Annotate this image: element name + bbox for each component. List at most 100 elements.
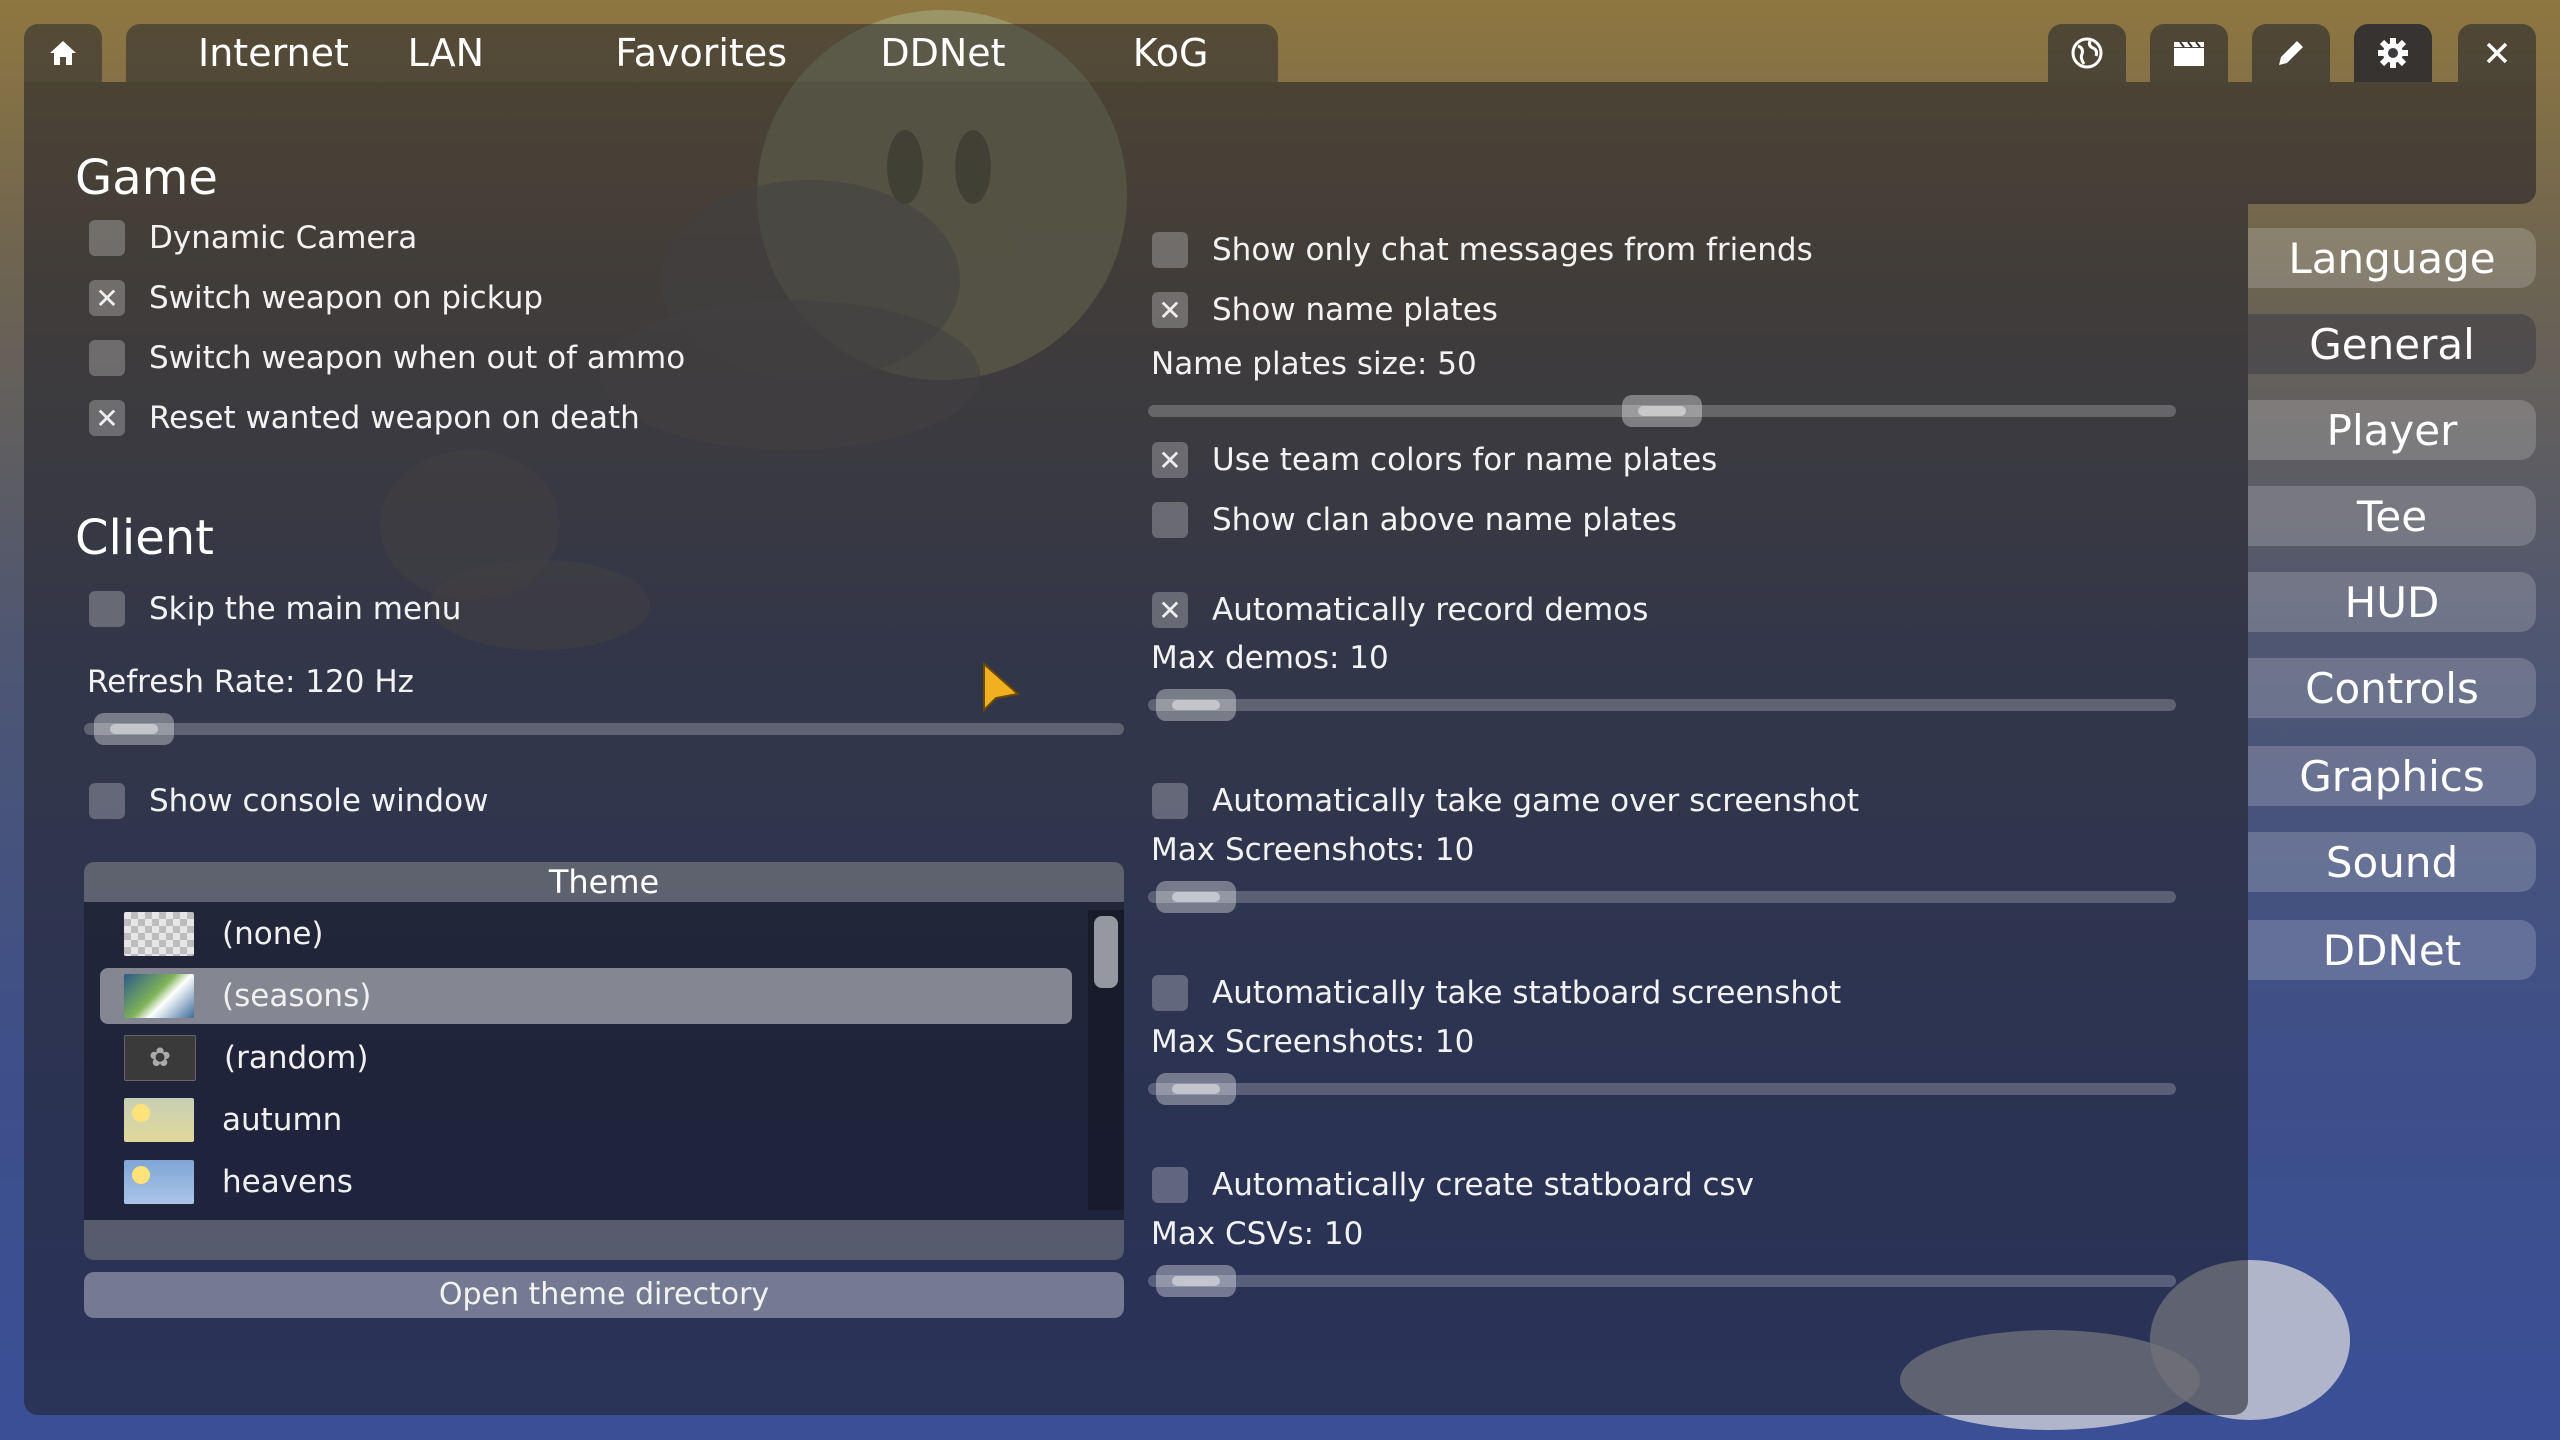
slider-knob[interactable]	[1156, 881, 1236, 913]
auto-statboard-csv-toggle[interactable]: Automatically create statboard csv	[1152, 1165, 1754, 1205]
sidebar-item-language[interactable]: Language	[2248, 228, 2536, 288]
show-name-plates-toggle[interactable]: ✕ Show name plates	[1152, 290, 1498, 330]
max-screenshots-label: Max Screenshots: 10	[1151, 832, 1475, 868]
checkbox-label: Show console window	[149, 783, 489, 819]
tab-internet[interactable]: Internet	[126, 24, 408, 82]
server-tabs: Internet LAN Favorites DDNet KoG	[126, 24, 1278, 82]
checkbox[interactable]	[89, 783, 125, 819]
slider-knob[interactable]	[1156, 1265, 1236, 1297]
checkbox-label: Automatically take game over screenshot	[1212, 783, 1860, 819]
sidebar-item-hud[interactable]: HUD	[2248, 572, 2536, 632]
settings-button[interactable]	[2354, 24, 2432, 82]
tab-ddnet[interactable]: DDNet	[880, 24, 1132, 82]
auto-statboard-screenshot-toggle[interactable]: Automatically take statboard screenshot	[1152, 973, 1841, 1013]
checkbox-label: Skip the main menu	[149, 591, 462, 627]
checkbox[interactable]: ✕	[89, 400, 125, 436]
max-demos-slider[interactable]	[1148, 689, 2176, 721]
checkbox-label: Automatically take statboard screenshot	[1212, 975, 1842, 1011]
checkbox[interactable]: ✕	[89, 280, 125, 316]
checkbox-label: Show clan above name plates	[1212, 502, 1677, 538]
checkbox[interactable]	[1152, 975, 1188, 1011]
sidebar-item-ddnet[interactable]: DDNet	[2248, 920, 2536, 980]
slider-knob[interactable]	[1622, 395, 1702, 427]
sidebar-item-sound[interactable]: Sound	[2248, 832, 2536, 892]
clan-above-toggle[interactable]: Show clan above name plates	[1152, 500, 1677, 540]
globe-icon	[2071, 37, 2103, 69]
panel-corner	[2248, 82, 2536, 204]
theme-item-none[interactable]: (none)	[100, 906, 1072, 962]
dynamic-camera-toggle[interactable]: Dynamic Camera	[89, 218, 417, 258]
reset-wanted-weapon-toggle[interactable]: ✕ Reset wanted weapon on death	[89, 398, 640, 438]
switch-weapon-pickup-toggle[interactable]: ✕ Switch weapon on pickup	[89, 278, 543, 318]
close-icon	[2486, 42, 2508, 64]
theme-scrollbar-thumb[interactable]	[1094, 916, 1118, 988]
max-csvs-slider[interactable]	[1148, 1265, 2176, 1297]
checkbox[interactable]: ✕	[1152, 292, 1188, 328]
checkbox[interactable]: ✕	[1152, 442, 1188, 478]
checkbox[interactable]	[89, 340, 125, 376]
checkbox-label: Show only chat messages from friends	[1212, 232, 1813, 268]
sidebar-item-graphics[interactable]: Graphics	[2248, 746, 2536, 806]
friends-only-chat-toggle[interactable]: Show only chat messages from friends	[1152, 230, 1813, 270]
checkbox[interactable]	[89, 591, 125, 627]
checkbox[interactable]	[1152, 502, 1188, 538]
auto-record-demos-toggle[interactable]: ✕ Automatically record demos	[1152, 590, 1648, 630]
checkbox[interactable]: ✕	[1152, 592, 1188, 628]
theme-thumbnail	[124, 1160, 194, 1204]
slider-knob[interactable]	[1156, 1073, 1236, 1105]
sidebar-item-player[interactable]: Player	[2248, 400, 2536, 460]
max-csvs-label: Max CSVs: 10	[1151, 1216, 1364, 1252]
checkbox[interactable]	[1152, 783, 1188, 819]
checkbox-label: Reset wanted weapon on death	[149, 400, 640, 436]
name-plates-size-slider[interactable]	[1148, 395, 2176, 427]
theme-item-seasons[interactable]: (seasons)	[100, 968, 1072, 1024]
checkbox[interactable]	[1152, 232, 1188, 268]
home-icon	[50, 41, 76, 65]
mouse-cursor-icon	[983, 662, 1021, 713]
demos-button[interactable]	[2150, 24, 2228, 82]
switch-weapon-ammo-toggle[interactable]: Switch weapon when out of ammo	[89, 338, 685, 378]
checkbox-label: Dynamic Camera	[149, 220, 418, 256]
theme-item-random[interactable]: ✿ (random)	[100, 1030, 1072, 1086]
theme-item-label: (none)	[222, 916, 324, 952]
theme-item-heavens[interactable]: heavens	[100, 1154, 1072, 1210]
theme-list-header: Theme	[84, 862, 1124, 902]
sidebar-item-general[interactable]: General	[2248, 314, 2536, 374]
max-statboard-screenshots-slider[interactable]	[1148, 1073, 2176, 1105]
theme-thumbnail	[124, 912, 194, 956]
checkbox-label: Automatically record demos	[1212, 592, 1649, 628]
globe-button[interactable]	[2048, 24, 2126, 82]
slider-knob[interactable]	[1156, 689, 1236, 721]
editor-button[interactable]	[2252, 24, 2330, 82]
sidebar-item-tee[interactable]: Tee	[2248, 486, 2536, 546]
tab-lan[interactable]: LAN	[408, 24, 616, 82]
close-button[interactable]	[2458, 24, 2536, 82]
theme-item-label: autumn	[222, 1102, 343, 1138]
theme-item-autumn[interactable]: autumn	[100, 1092, 1072, 1148]
tab-kog[interactable]: KoG	[1133, 24, 1278, 82]
max-screenshots-slider[interactable]	[1148, 881, 2176, 913]
client-section-title: Client	[75, 510, 214, 566]
toolbar	[2048, 24, 2536, 82]
theme-thumbnail	[124, 1098, 194, 1142]
theme-item-label: (seasons)	[222, 978, 372, 1014]
home-button[interactable]	[24, 24, 102, 82]
game-section-title: Game	[75, 150, 218, 206]
checkbox-label: Automatically create statboard csv	[1212, 1167, 1755, 1203]
skip-main-menu-toggle[interactable]: Skip the main menu	[89, 589, 461, 629]
top-bar: Internet LAN Favorites DDNet KoG	[24, 24, 2536, 82]
refresh-rate-label: Refresh Rate: 120 Hz	[87, 664, 414, 700]
team-colors-toggle[interactable]: ✕ Use team colors for name plates	[1152, 440, 1717, 480]
auto-gameover-screenshot-toggle[interactable]: Automatically take game over screenshot	[1152, 781, 1859, 821]
theme-item-label: heavens	[222, 1164, 353, 1200]
show-console-toggle[interactable]: Show console window	[89, 781, 488, 821]
sidebar-item-controls[interactable]: Controls	[2248, 658, 2536, 718]
pencil-icon	[2279, 41, 2303, 65]
open-theme-directory-button[interactable]: Open theme directory	[84, 1272, 1124, 1318]
refresh-rate-slider[interactable]	[84, 713, 1124, 745]
theme-list: Theme (none) (seasons) ✿ (random) autumn…	[84, 862, 1124, 1260]
tab-favorites[interactable]: Favorites	[615, 24, 880, 82]
checkbox[interactable]	[1152, 1167, 1188, 1203]
slider-knob[interactable]	[94, 713, 174, 745]
checkbox[interactable]	[89, 220, 125, 256]
